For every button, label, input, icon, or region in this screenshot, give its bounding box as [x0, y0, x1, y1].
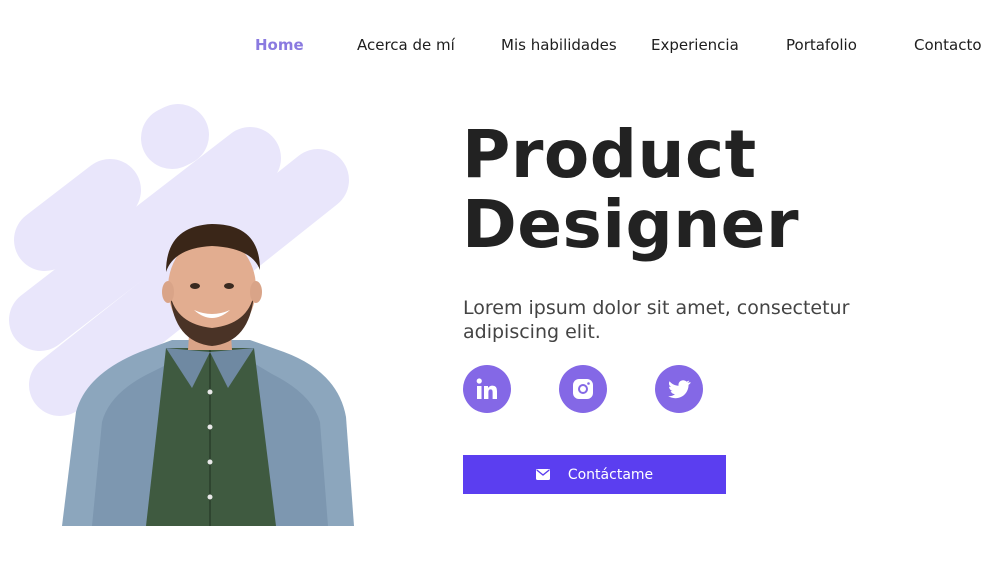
nav-contact[interactable]: Contacto: [914, 36, 982, 54]
nav-experience[interactable]: Experiencia: [651, 36, 739, 54]
mail-icon: [535, 469, 550, 480]
hero-title: Product Designer: [462, 116, 799, 263]
linkedin-button[interactable]: [463, 365, 511, 413]
instagram-button[interactable]: [559, 365, 607, 413]
nav-skills[interactable]: Mis habilidades: [501, 36, 617, 54]
nav-about[interactable]: Acerca de mí: [357, 36, 455, 54]
person-illustration: [62, 224, 354, 526]
nav-portfolio[interactable]: Portafolio: [786, 36, 857, 54]
nav-home[interactable]: Home: [255, 36, 304, 54]
twitter-button[interactable]: [655, 365, 703, 413]
instagram-icon: [573, 379, 593, 399]
profile-photo: [62, 212, 358, 526]
contact-me-button[interactable]: Contáctame: [463, 455, 726, 494]
contact-me-label: Contáctame: [567, 466, 654, 483]
main-nav: Home Acerca de mí Mis habilidades Experi…: [0, 0, 1002, 90]
twitter-icon: [668, 380, 691, 399]
hero-description: Lorem ipsum dolor sit amet, consectetur …: [463, 297, 850, 343]
linkedin-icon: [476, 378, 497, 399]
